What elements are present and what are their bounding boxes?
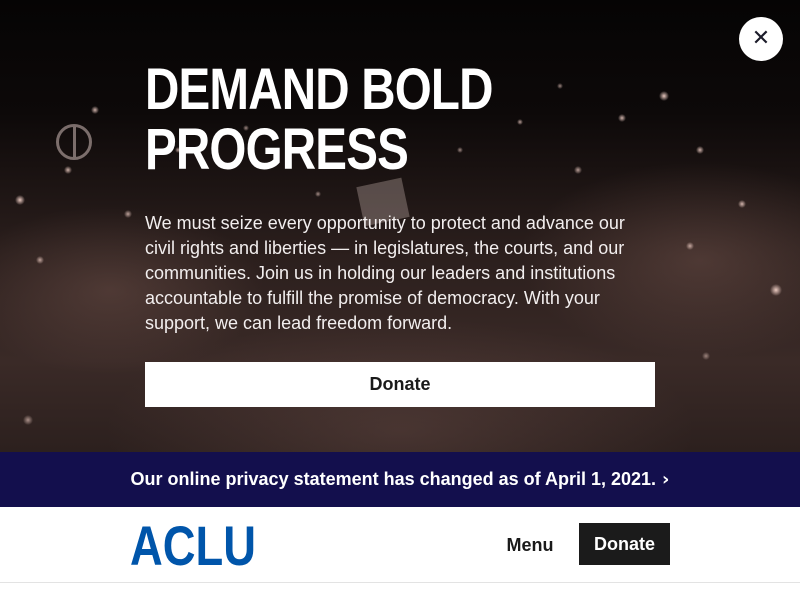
header-donate-button[interactable]: Donate xyxy=(579,523,670,565)
close-icon: ✕ xyxy=(751,26,771,51)
peace-sign-graphic xyxy=(56,124,92,160)
menu-button[interactable]: Menu xyxy=(496,524,564,566)
modal-body-text: We must seize every opportunity to prote… xyxy=(145,213,625,333)
svg-text:ACLU: ACLU xyxy=(130,522,256,568)
aclu-logo-mark: ACLU xyxy=(130,514,256,577)
privacy-banner-link[interactable]: Our online privacy statement has changed… xyxy=(0,452,800,507)
close-button[interactable]: ✕ xyxy=(739,17,783,61)
modal-title: DEMAND BOLD PROGRESS xyxy=(145,57,493,182)
privacy-banner-text: Our online privacy statement has changed… xyxy=(130,469,657,489)
modal-donate-button[interactable]: Donate xyxy=(145,362,655,407)
aclu-logo[interactable]: ACLU xyxy=(130,514,258,577)
site-header: ACLU Menu Donate xyxy=(0,507,800,583)
donation-modal: ✕ DEMAND BOLD PROGRESS We must seize eve… xyxy=(0,0,800,452)
chevron-right-icon: › xyxy=(662,469,670,490)
